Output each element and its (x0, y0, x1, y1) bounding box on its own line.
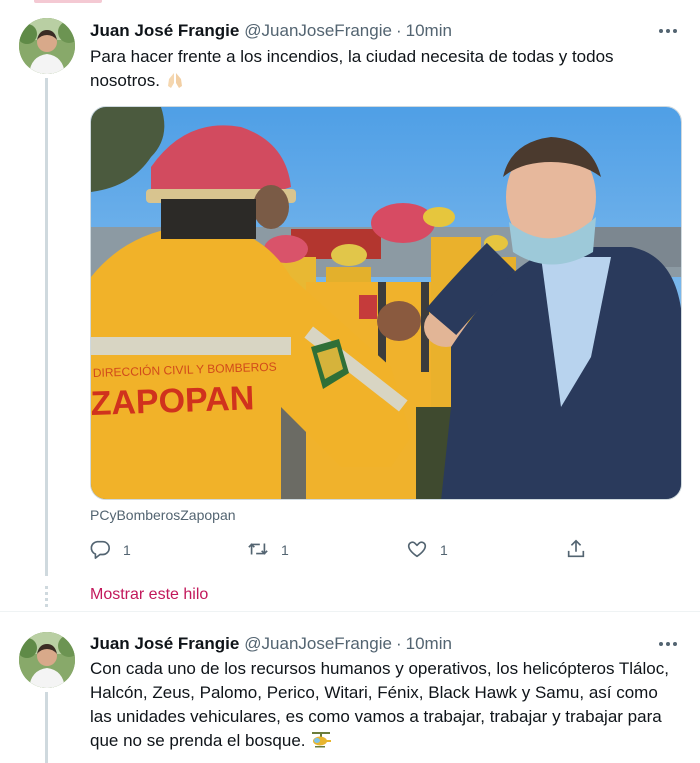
thread-line (45, 692, 48, 763)
timestamp[interactable]: 10min (406, 634, 452, 654)
media-source-label[interactable]: PCyBomberosZapopan (90, 507, 236, 523)
heart-icon (406, 538, 428, 563)
tweet-photo[interactable]: DIRECCIÓN CIVIL Y BOMBEROS ZAPOPAN (90, 106, 682, 500)
more-icon[interactable] (656, 19, 680, 43)
separator: · (395, 634, 402, 653)
folded-hands-icon (165, 71, 185, 96)
thread-dots (45, 586, 48, 610)
retweet-count: 1 (281, 542, 289, 558)
like-button[interactable]: 1 (406, 536, 448, 564)
show-thread-link[interactable]: Mostrar este hilo (90, 586, 208, 604)
tweet-actions: 1 1 1 (80, 536, 680, 564)
tweet-text: Para hacer frente a los incendios, la ci… (90, 45, 680, 96)
timeline: Juan José Frangie @JuanJoseFrangie · 10m… (0, 0, 700, 763)
tweet-header: Juan José Frangie @JuanJoseFrangie · 10m… (90, 632, 452, 656)
share-button[interactable] (565, 536, 587, 564)
share-icon (565, 538, 587, 563)
retweet-button[interactable]: 1 (247, 536, 289, 564)
retweet-icon (247, 538, 269, 563)
like-count: 1 (440, 542, 448, 558)
tweet[interactable]: Juan José Frangie @JuanJoseFrangie · 10m… (0, 0, 700, 610)
reply-button[interactable]: 1 (89, 536, 131, 564)
author-handle[interactable]: @JuanJoseFrangie (244, 21, 392, 41)
timestamp[interactable]: 10min (406, 21, 452, 41)
helicopter-icon (310, 731, 332, 756)
thread-line (45, 78, 48, 576)
separator: · (395, 21, 402, 40)
avatar[interactable] (19, 632, 75, 688)
avatar[interactable] (19, 18, 75, 74)
jacket-text-zapopan: ZAPOPAN (91, 379, 255, 423)
author-handle[interactable]: @JuanJoseFrangie (244, 634, 392, 654)
reply-icon (89, 538, 111, 563)
author-name[interactable]: Juan José Frangie (90, 634, 239, 654)
tweet-header: Juan José Frangie @JuanJoseFrangie · 10m… (90, 19, 452, 43)
tweet[interactable]: Juan José Frangie @JuanJoseFrangie · 10m… (0, 611, 700, 763)
reply-count: 1 (123, 542, 131, 558)
author-name[interactable]: Juan José Frangie (90, 21, 239, 41)
tweet-text-content: Con cada uno de los recursos humanos y o… (90, 659, 669, 750)
more-icon[interactable] (656, 632, 680, 656)
tweet-text: Con cada uno de los recursos humanos y o… (90, 657, 680, 756)
